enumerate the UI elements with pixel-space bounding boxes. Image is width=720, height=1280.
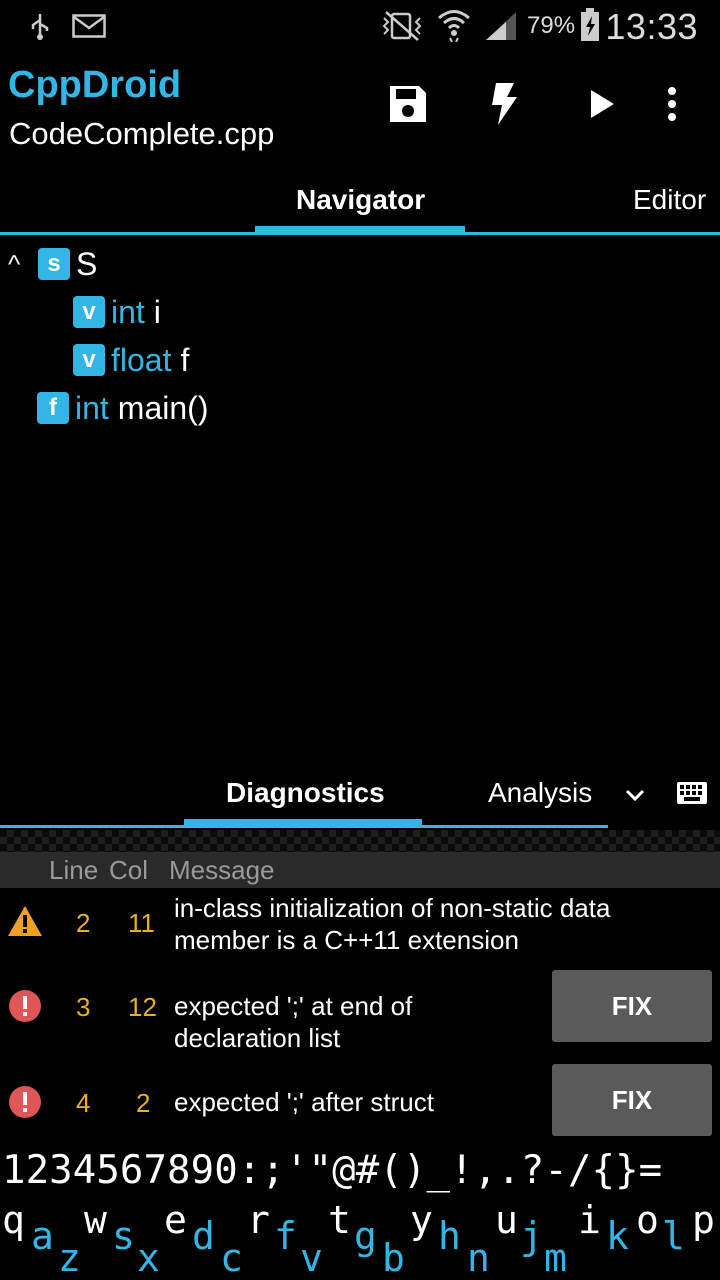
run-icon	[589, 89, 615, 124]
key-q[interactable]: q	[2, 1198, 25, 1242]
chevron-down-icon[interactable]	[625, 788, 645, 807]
item-type: int	[75, 389, 109, 426]
mute-vibrate-icon	[378, 10, 426, 47]
save-button[interactable]	[378, 76, 438, 136]
key-t[interactable]: t	[328, 1198, 351, 1242]
file-name: CodeComplete.cpp	[9, 116, 275, 151]
item-name: main()	[117, 389, 209, 426]
variable-badge: v	[73, 296, 105, 328]
key-g[interactable]: g	[354, 1214, 377, 1258]
usb-icon	[28, 12, 52, 45]
key-c[interactable]: c	[220, 1236, 243, 1280]
tab-navigator[interactable]: Navigator	[296, 184, 425, 216]
key-a[interactable]: a	[31, 1214, 54, 1258]
table-row[interactable]: 2 11 in-class initialization of non-stat…	[0, 892, 720, 958]
fix-button[interactable]: FIX	[552, 970, 712, 1042]
key-s[interactable]: s	[112, 1214, 135, 1258]
diagnostic-message: expected ';' after struct	[174, 1086, 434, 1118]
overflow-menu-button[interactable]	[642, 76, 702, 136]
tab-analysis[interactable]: Analysis	[488, 777, 592, 809]
status-bar: 79% 13:33	[0, 0, 720, 52]
keyboard-toggle-icon[interactable]	[676, 781, 708, 810]
item-name: f	[180, 341, 190, 378]
key-x[interactable]: x	[137, 1236, 160, 1280]
tree-item-var-i[interactable]: v int i	[73, 290, 161, 334]
message-line: expected ';' after struct	[174, 1087, 434, 1117]
diagnostic-message: expected ';' at end of declaration list	[174, 990, 412, 1054]
item-name: S	[76, 245, 98, 282]
save-icon	[388, 84, 428, 129]
key-m[interactable]: m	[544, 1236, 567, 1280]
run-button[interactable]	[572, 76, 632, 136]
wifi-icon	[436, 6, 472, 47]
drag-handle-strip[interactable]	[0, 830, 720, 852]
item-type: int	[111, 293, 145, 330]
col-number: 2	[136, 1088, 151, 1118]
message-line: declaration list	[174, 1023, 341, 1053]
key-z[interactable]: z	[58, 1236, 81, 1280]
tab-diagnostics[interactable]: Diagnostics	[226, 777, 385, 809]
navigator-panel: ^ s S v int i v float f f int main()	[0, 240, 720, 780]
key-o[interactable]: o	[636, 1198, 659, 1242]
col-number: 12	[128, 992, 157, 1022]
key-f[interactable]: f	[274, 1214, 297, 1258]
overflow-menu-icon	[667, 86, 677, 127]
symbol-row[interactable]: 1234567890:;'"@#()_!,.?-/{}=	[2, 1148, 662, 1193]
item-type: float	[111, 341, 172, 378]
key-k[interactable]: k	[606, 1214, 629, 1258]
key-r[interactable]: r	[247, 1198, 270, 1242]
error-icon	[8, 989, 42, 1028]
diagnostic-message: in-class initialization of non-static da…	[174, 892, 610, 956]
tab-indicator	[255, 226, 465, 235]
key-w[interactable]: w	[84, 1198, 107, 1242]
item-name: i	[153, 293, 161, 330]
tree-item-struct[interactable]: ^ s S	[8, 242, 97, 286]
message-line: in-class initialization of non-static da…	[174, 893, 611, 923]
signal-icon	[484, 10, 518, 47]
function-badge: f	[37, 392, 69, 424]
key-i[interactable]: i	[578, 1198, 601, 1242]
error-icon	[8, 1085, 42, 1124]
key-l[interactable]: l	[662, 1214, 685, 1258]
diagnostics-header: Line Col Message	[0, 852, 720, 888]
battery-percent: 79%	[527, 12, 576, 39]
variable-badge: v	[73, 344, 105, 376]
clock: 13:33	[605, 6, 698, 47]
key-p[interactable]: p	[692, 1198, 715, 1242]
key-h[interactable]: h	[438, 1214, 461, 1258]
line-number: 4	[76, 1088, 91, 1118]
tree-item-func-main[interactable]: f int main()	[37, 386, 208, 430]
key-d[interactable]: d	[192, 1214, 215, 1258]
column-col: Col	[109, 855, 149, 885]
key-b[interactable]: b	[382, 1236, 405, 1280]
line-number: 3	[76, 992, 91, 1022]
message-line: expected ';' at end of	[174, 991, 413, 1021]
col-number: 11	[128, 908, 155, 938]
column-line: Line	[49, 855, 99, 885]
key-j[interactable]: j	[520, 1214, 543, 1258]
table-row[interactable]: 4 2 expected ';' after struct FIX	[0, 1062, 720, 1142]
tab-editor[interactable]: Editor	[633, 184, 706, 216]
warning-icon	[7, 905, 43, 942]
key-v[interactable]: v	[300, 1236, 323, 1280]
collapse-icon[interactable]: ^	[8, 249, 38, 280]
app-title: CppDroid	[8, 64, 182, 106]
struct-badge: s	[38, 248, 70, 280]
flash-icon	[490, 82, 518, 130]
battery-charging-icon	[580, 8, 600, 47]
column-message: Message	[169, 855, 275, 885]
message-line: member is a C++11 extension	[174, 925, 519, 955]
build-button[interactable]	[474, 76, 534, 136]
key-e[interactable]: e	[164, 1198, 187, 1242]
key-u[interactable]: u	[495, 1198, 518, 1242]
table-row[interactable]: 3 12 expected ';' at end of declaration …	[0, 968, 720, 1053]
key-y[interactable]: y	[410, 1198, 433, 1242]
tree-item-var-f[interactable]: v float f	[73, 338, 189, 382]
fix-button[interactable]: FIX	[552, 1064, 712, 1136]
bottom-tab-indicator	[184, 819, 422, 828]
mail-icon	[72, 14, 106, 43]
key-n[interactable]: n	[467, 1236, 490, 1280]
line-number: 2	[76, 908, 91, 938]
